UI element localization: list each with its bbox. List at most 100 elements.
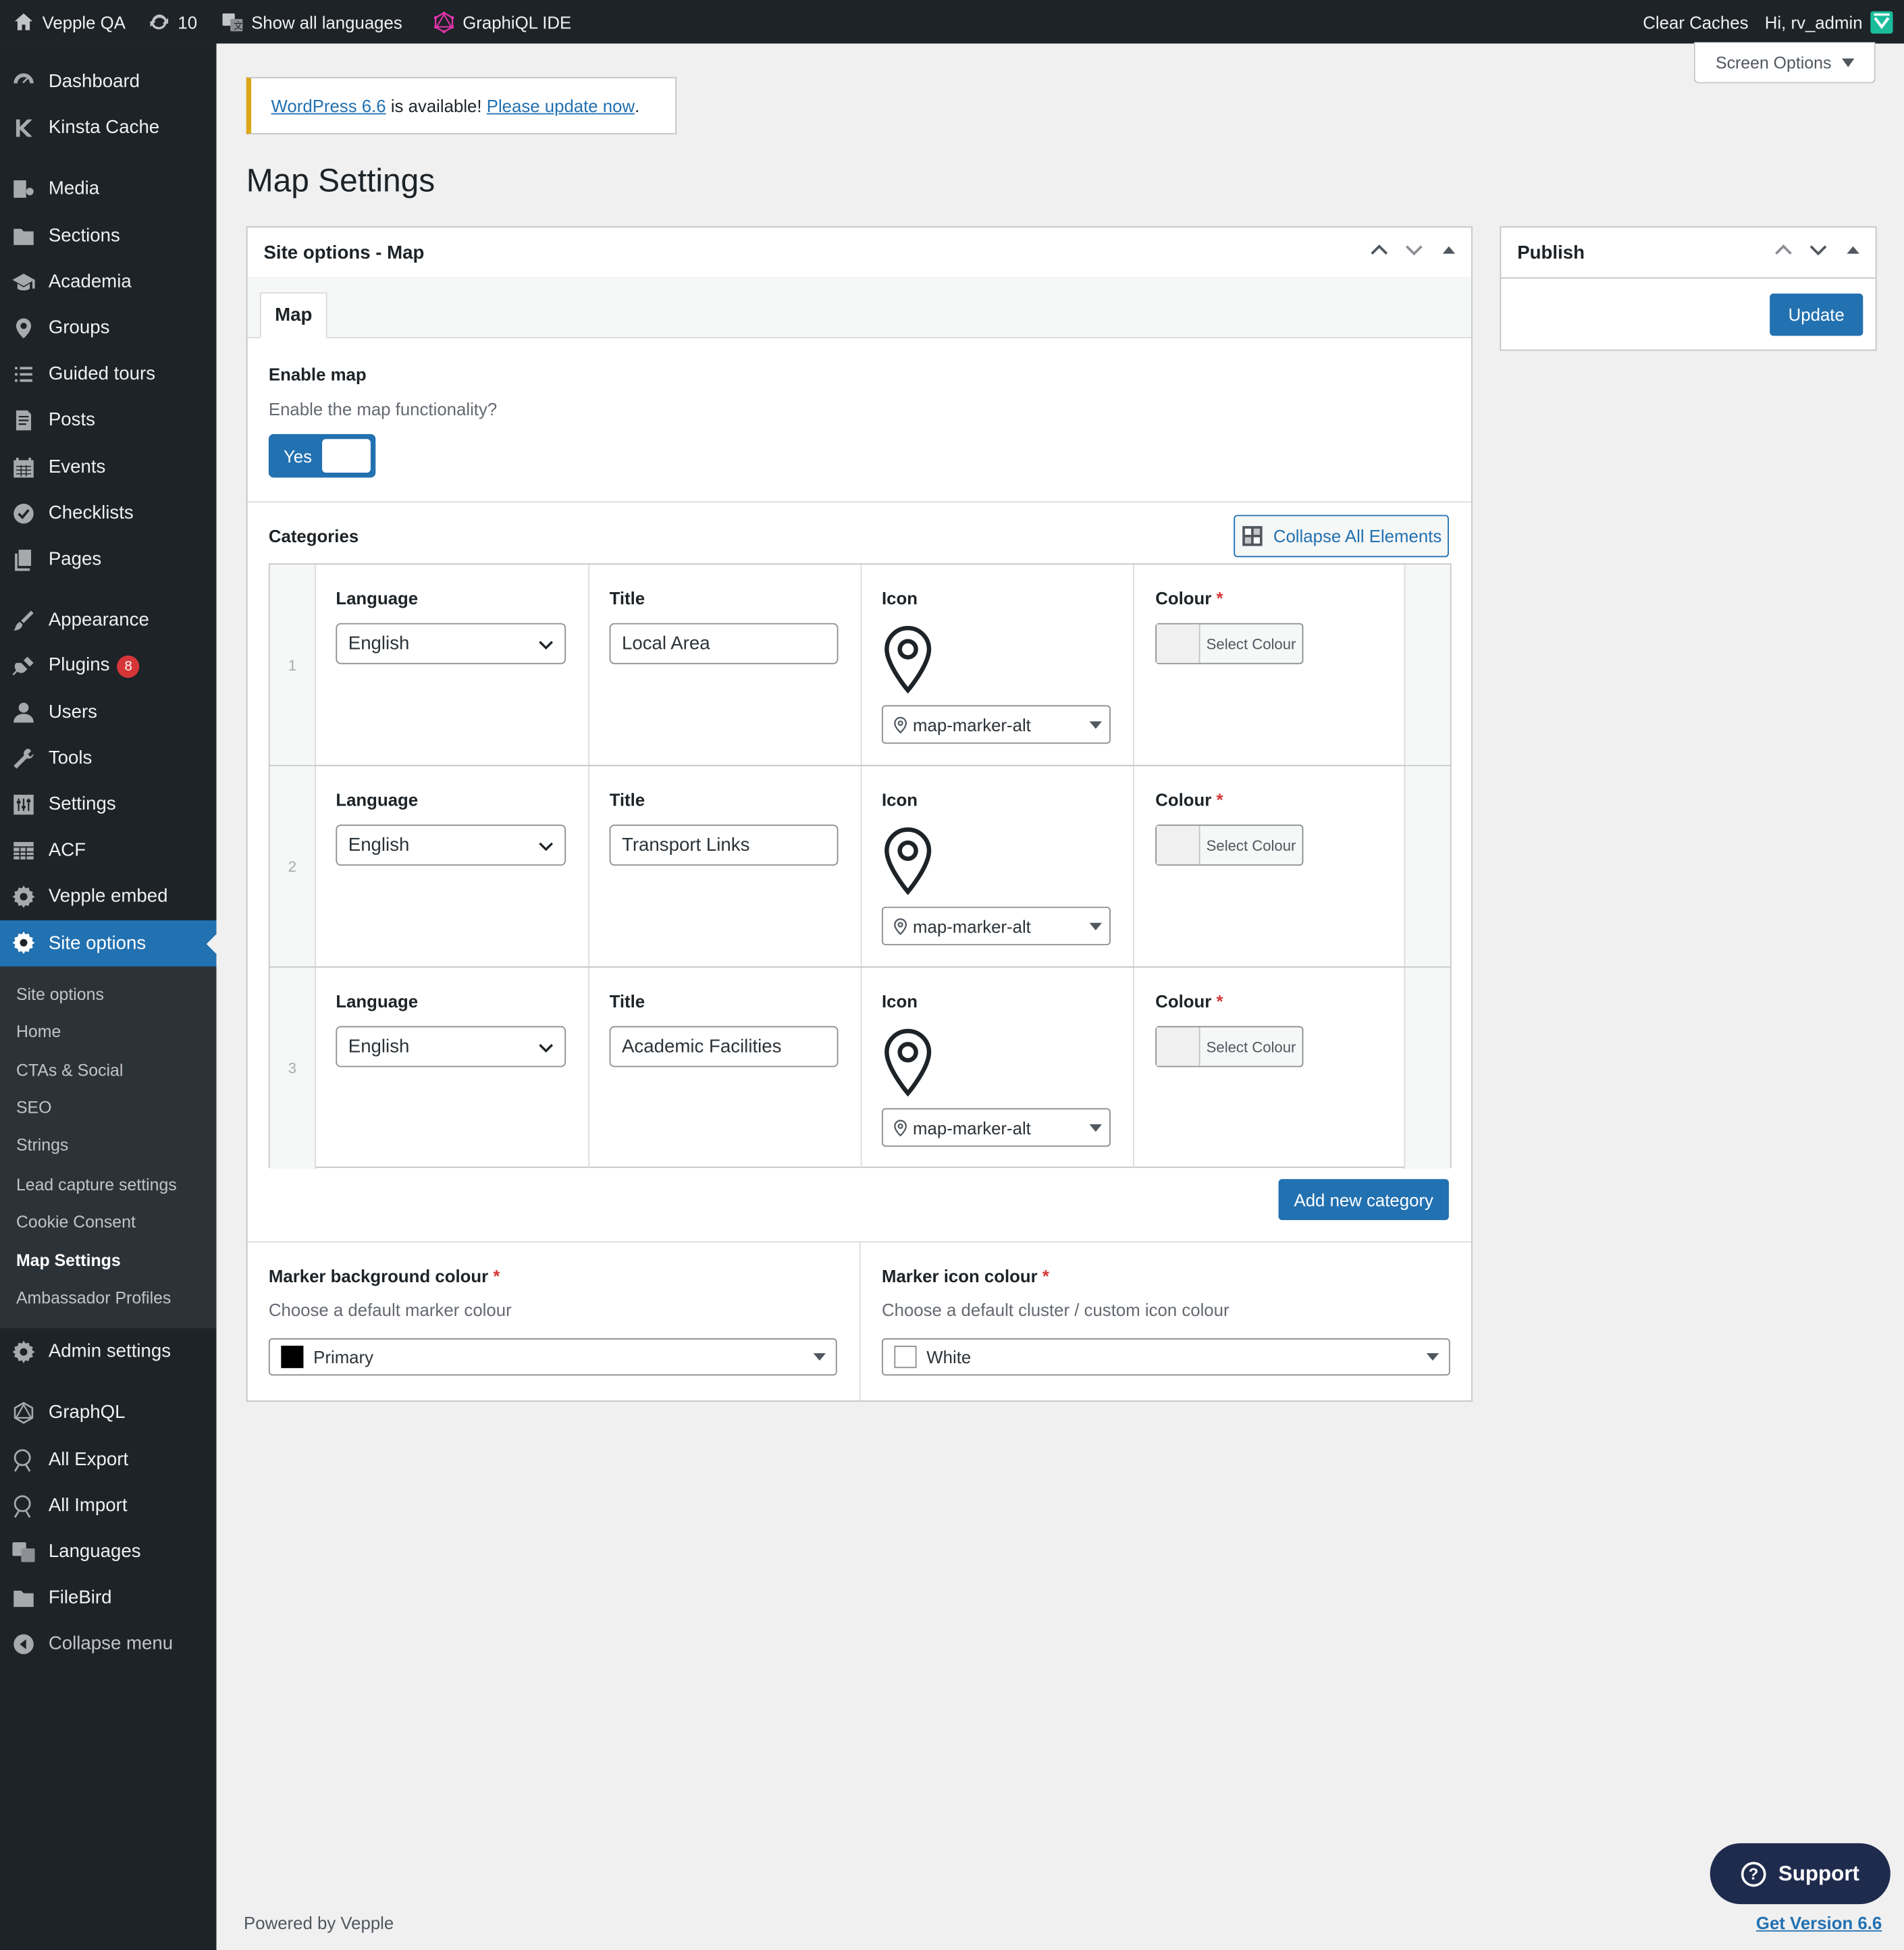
toggle-panel-icon[interactable] xyxy=(1439,240,1458,260)
box-title: Site options - Map xyxy=(263,242,425,263)
move-up-icon[interactable] xyxy=(1369,240,1389,260)
marker-icon-select[interactable]: White xyxy=(881,1338,1450,1376)
select-colour-label: Select Colour xyxy=(1206,1038,1296,1055)
toggle-panel-icon[interactable] xyxy=(1843,240,1863,260)
language-label: Language xyxy=(336,789,419,810)
move-down-icon[interactable] xyxy=(1404,240,1424,260)
row-number[interactable]: 2 xyxy=(269,766,316,967)
graphiql-link[interactable]: GraphiQL IDE xyxy=(433,0,571,43)
user-account-link[interactable]: Hi, rv_admin xyxy=(1765,0,1893,43)
language-value: English xyxy=(348,1036,410,1057)
submenu-item-lead-capture-settings[interactable]: Lead capture settings xyxy=(16,1176,177,1194)
sidebar-item-guided-tours[interactable]: Guided tours xyxy=(0,352,217,394)
submenu-item-ctas-social[interactable]: CTAs & Social xyxy=(16,1061,123,1080)
sidebar-item-all-export[interactable]: All Export xyxy=(0,1438,217,1480)
enable-map-label: Enable map xyxy=(268,364,367,385)
sidebar-item-label: ACF xyxy=(48,839,86,860)
sidebar-item-label: Settings xyxy=(48,793,116,814)
submenu-item-site-options[interactable]: Site options xyxy=(16,985,104,1004)
sidebar-item-dashboard[interactable]: Dashboard xyxy=(0,59,217,102)
sidebar-item-graphql[interactable]: GraphQL xyxy=(0,1390,217,1433)
marker-bg-select[interactable]: Primary xyxy=(268,1338,837,1376)
sidebar-item-posts[interactable]: Posts xyxy=(0,398,217,440)
row-number[interactable]: 1 xyxy=(269,564,316,765)
icon-select[interactable]: map-marker-alt xyxy=(881,705,1111,744)
sidebar-item-groups[interactable]: Groups xyxy=(0,306,217,348)
import-icon xyxy=(11,1494,36,1519)
submenu-item-map-settings[interactable]: Map Settings xyxy=(16,1251,121,1270)
languages-link[interactable]: 文 Show all languages xyxy=(221,0,402,43)
sidebar-item-tools[interactable]: Tools xyxy=(0,736,217,779)
title-input[interactable]: Local Area xyxy=(609,623,839,664)
sidebar-item-vepple-embed[interactable]: Vepple embed xyxy=(0,874,217,917)
title-input[interactable]: Academic Facilities xyxy=(609,1026,839,1068)
sidebar-item-filebird[interactable]: FileBird xyxy=(0,1576,217,1618)
icon-label: Icon xyxy=(881,588,918,608)
update-notice: WordPress 6.6 is available! Please updat… xyxy=(246,77,677,134)
support-button[interactable]: ? Support xyxy=(1710,1843,1890,1905)
submenu-item-cookie-consent[interactable]: Cookie Consent xyxy=(16,1213,136,1232)
sidebar-item-settings[interactable]: Settings xyxy=(0,783,217,825)
row-actions[interactable] xyxy=(1404,968,1450,1169)
language-value: English xyxy=(348,834,410,856)
collapse-all-button[interactable]: Collapse All Elements xyxy=(1234,515,1449,558)
submenu-item-seo[interactable]: SEO xyxy=(16,1098,52,1117)
sidebar-item-kinsta-cache[interactable]: Kinsta Cache xyxy=(0,106,217,149)
title-input[interactable]: Transport Links xyxy=(609,824,839,866)
category-row: 1 xyxy=(269,564,1450,766)
site-name-link[interactable]: Vepple QA xyxy=(12,0,126,43)
select-colour-button[interactable]: Select Colour xyxy=(1155,1026,1304,1068)
move-up-icon[interactable] xyxy=(1774,240,1793,260)
get-version-link[interactable]: Get Version 6.6 xyxy=(1756,1913,1882,1932)
screen-options-button[interactable]: Screen Options xyxy=(1693,42,1876,84)
add-new-category-button[interactable]: Add new category xyxy=(1278,1179,1449,1221)
column-divider xyxy=(859,1242,861,1401)
icon-select[interactable]: map-marker-alt xyxy=(881,1108,1111,1147)
move-down-icon[interactable] xyxy=(1808,240,1828,260)
user-icon xyxy=(11,700,36,725)
row-number[interactable]: 3 xyxy=(269,968,316,1169)
submenu-item-ambassador-profiles[interactable]: Ambassador Profiles xyxy=(16,1288,171,1307)
update-now-link[interactable]: Please update now xyxy=(487,96,635,115)
tab-map[interactable]: Map xyxy=(259,292,327,339)
language-select[interactable]: English xyxy=(336,1026,566,1068)
folder-icon xyxy=(11,1586,36,1611)
sidebar-item-site-options[interactable]: Site options xyxy=(0,920,217,967)
map-marker-icon xyxy=(882,1027,934,1097)
graphql-icon xyxy=(11,1400,36,1425)
select-colour-button[interactable]: Select Colour xyxy=(1155,623,1304,664)
clear-caches-link[interactable]: Clear Caches xyxy=(1643,0,1748,43)
submenu-item-strings[interactable]: Strings xyxy=(16,1136,68,1155)
icon-select[interactable]: map-marker-alt xyxy=(881,906,1111,945)
wordpress-version-link[interactable]: WordPress 6.6 xyxy=(271,96,386,115)
sidebar-item-events[interactable]: Events xyxy=(0,445,217,488)
gear-icon xyxy=(11,885,36,910)
row-actions[interactable] xyxy=(1404,564,1450,765)
enable-map-toggle[interactable]: Yes xyxy=(268,433,376,478)
updates-link[interactable]: 10 xyxy=(148,0,197,43)
language-select[interactable]: English xyxy=(336,824,566,866)
sidebar-item-label: Admin settings xyxy=(48,1340,171,1362)
sidebar-item-media[interactable]: Media xyxy=(0,167,217,209)
sidebar-item-pages[interactable]: Pages xyxy=(0,537,217,580)
colour-swatch xyxy=(281,1346,304,1369)
sidebar-item-acf[interactable]: ACF xyxy=(0,828,217,871)
sidebar-item-appearance[interactable]: Appearance xyxy=(0,598,217,641)
row-actions[interactable] xyxy=(1404,766,1450,967)
toggle-yes-label: Yes xyxy=(283,446,313,467)
sidebar-item-admin-settings[interactable]: Admin settings xyxy=(0,1329,217,1372)
sidebar-item-sections[interactable]: Sections xyxy=(0,214,217,257)
sidebar-item-academia[interactable]: Academia xyxy=(0,260,217,302)
sidebar-item-plugins[interactable]: Plugins 8 xyxy=(0,644,217,687)
page-title: Map Settings xyxy=(246,161,435,199)
update-button[interactable]: Update xyxy=(1770,293,1863,336)
media-icon xyxy=(11,177,36,202)
language-select[interactable]: English xyxy=(336,623,566,664)
select-colour-button[interactable]: Select Colour xyxy=(1155,824,1304,866)
submenu-item-home[interactable]: Home xyxy=(16,1022,61,1041)
sidebar-item-users[interactable]: Users xyxy=(0,690,217,733)
sidebar-item-collapse-menu[interactable]: Collapse menu xyxy=(0,1622,217,1664)
sidebar-item-languages[interactable]: Languages xyxy=(0,1530,217,1573)
sidebar-item-all-import[interactable]: All Import xyxy=(0,1484,217,1527)
sidebar-item-checklists[interactable]: Checklists xyxy=(0,492,217,534)
